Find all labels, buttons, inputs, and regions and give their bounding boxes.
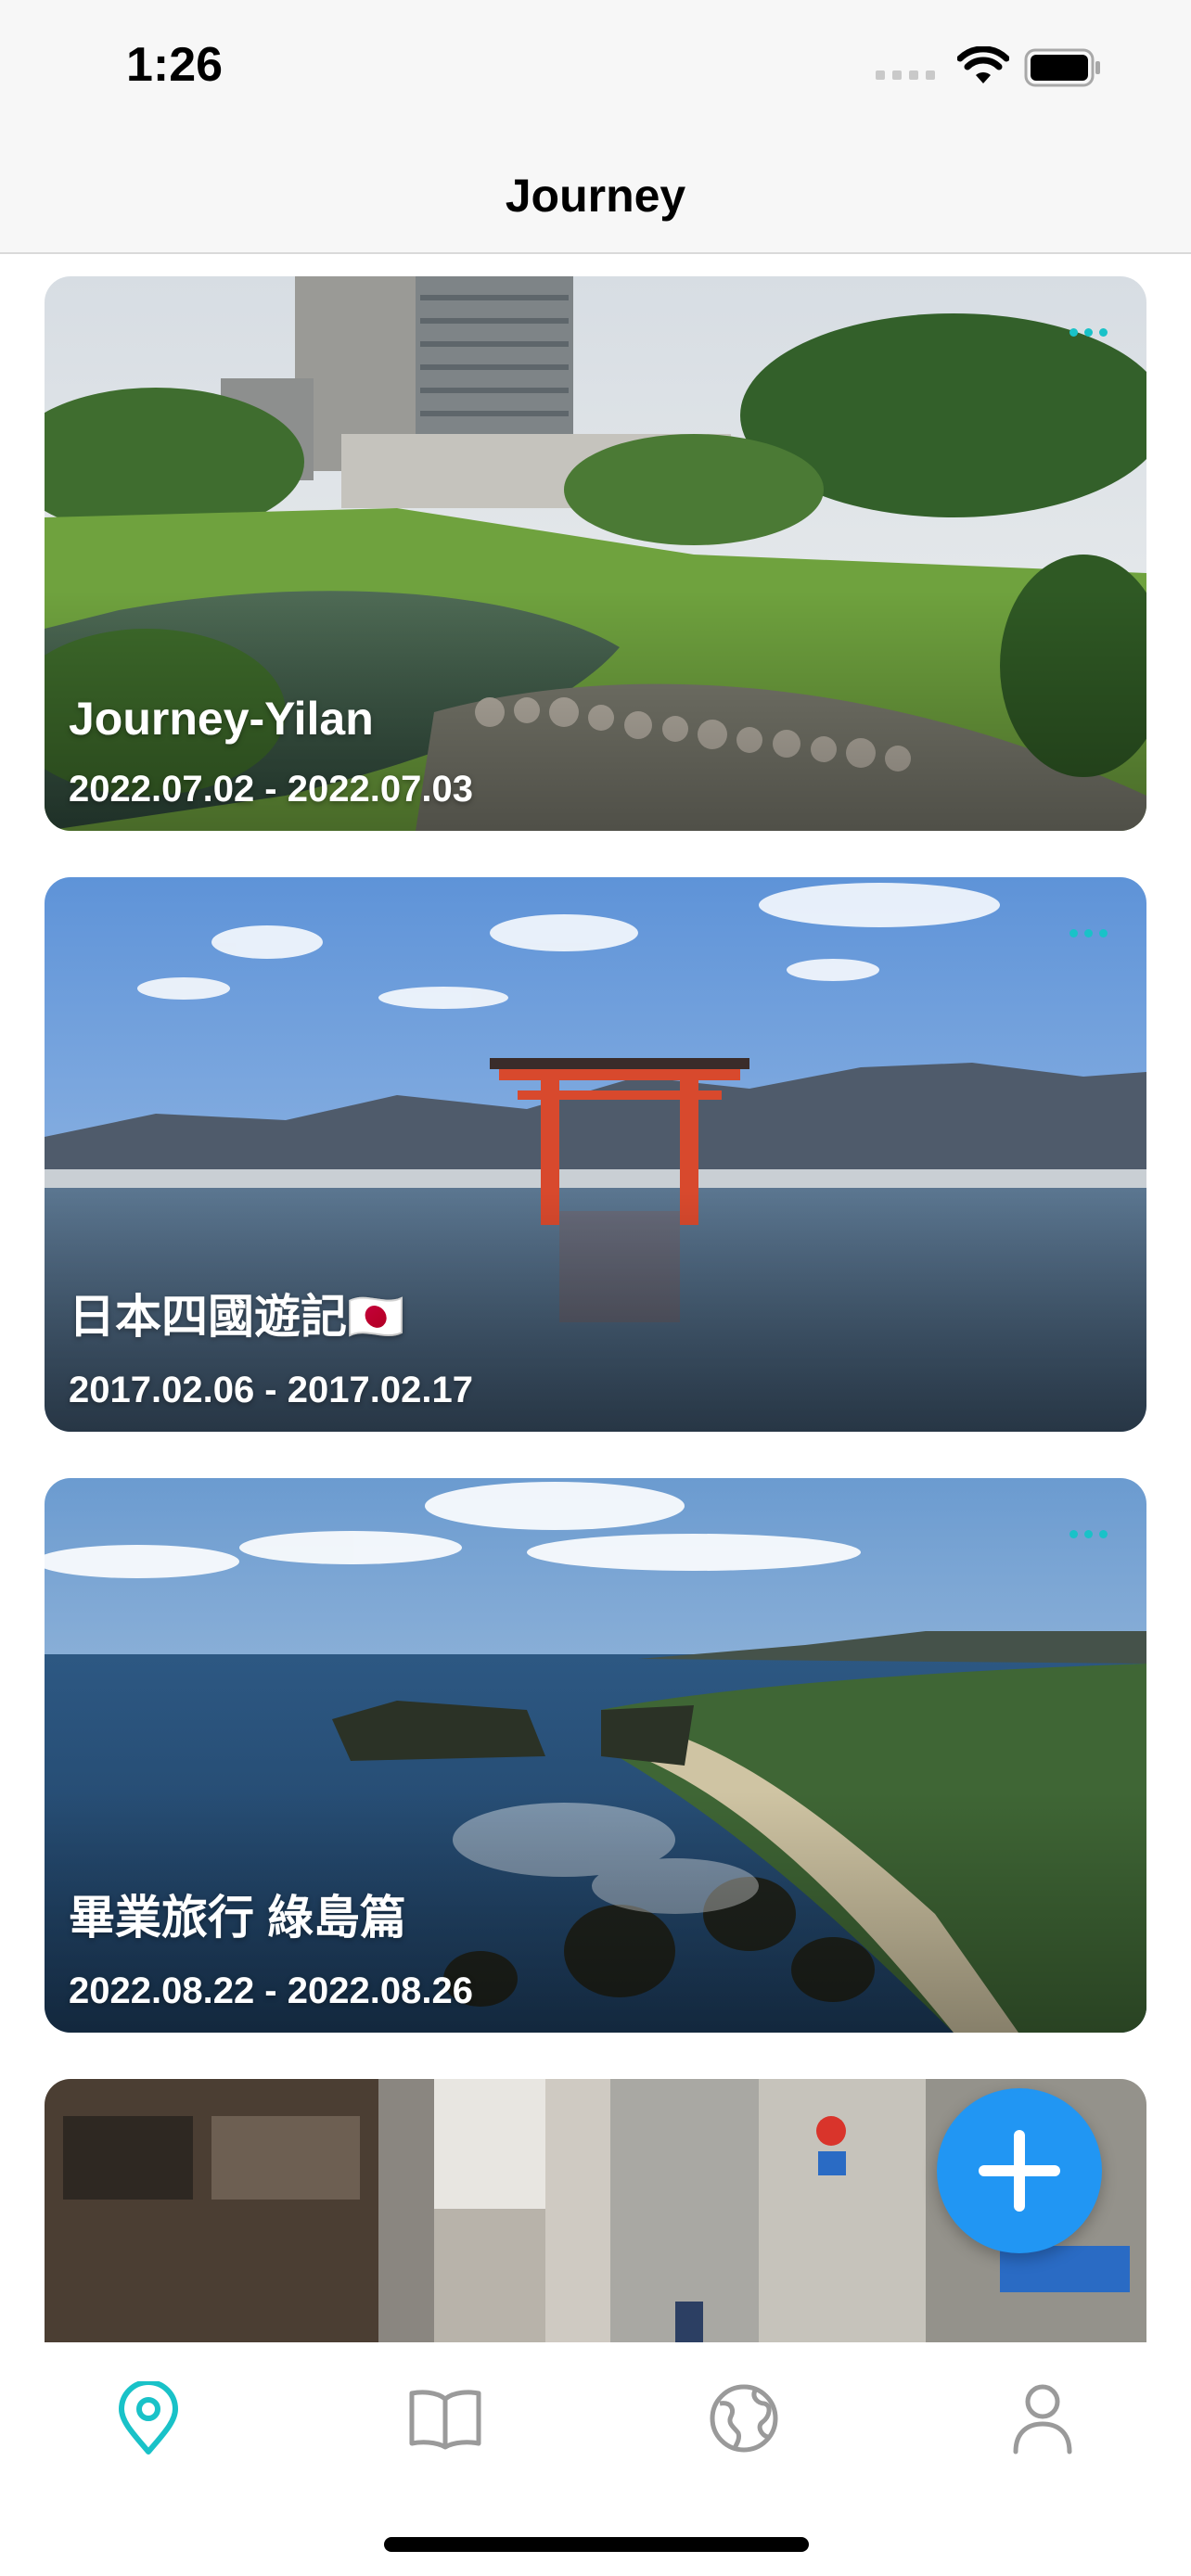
battery-icon: [1024, 48, 1100, 87]
navigation-bar: Journey: [0, 139, 1191, 254]
journey-title: 日本四國遊記🇯🇵: [69, 1291, 405, 1343]
status-icons: [876, 45, 1117, 91]
plus-icon: [979, 2130, 1060, 2212]
journey-dates: 2022.08.22 - 2022.08.26: [69, 1970, 473, 2011]
tab-profile[interactable]: [987, 2363, 1098, 2474]
add-journey-button[interactable]: [937, 2088, 1102, 2253]
more-options-icon[interactable]: [1069, 929, 1108, 937]
map-pin-icon: [119, 2381, 178, 2455]
journey-title: 畢業旅行 綠島篇: [69, 1892, 406, 1944]
person-icon: [1013, 2384, 1072, 2455]
wifi-icon: [957, 46, 1009, 83]
cellular-signal-icon: [876, 70, 935, 80]
status-bar: 1:26: [0, 0, 1191, 139]
globe-icon: [710, 2384, 778, 2453]
journey-dates: 2022.07.02 - 2022.07.03: [69, 769, 473, 810]
more-options-icon[interactable]: [1069, 328, 1108, 337]
journey-card[interactable]: Journey-Yilan 2022.07.02 - 2022.07.03: [45, 276, 1146, 831]
journey-card[interactable]: 日本四國遊記🇯🇵 2017.02.06 - 2017.02.17: [45, 877, 1146, 1432]
journey-card[interactable]: 畢業旅行 綠島篇 2022.08.22 - 2022.08.26: [45, 1478, 1146, 2033]
journey-title: Journey-Yilan: [69, 693, 374, 745]
status-time: 1:26: [126, 38, 224, 92]
open-book-icon: [409, 2390, 481, 2450]
tab-explore[interactable]: [688, 2363, 800, 2474]
more-options-icon[interactable]: [1069, 1530, 1108, 1538]
home-indicator[interactable]: [384, 2537, 809, 2552]
page-title: Journey: [505, 170, 686, 222]
tab-diary[interactable]: [390, 2363, 501, 2474]
journey-dates: 2017.02.06 - 2017.02.17: [69, 1370, 473, 1410]
tab-journey[interactable]: [93, 2363, 204, 2474]
journey-list[interactable]: Journey-Yilan 2022.07.02 - 2022.07.03 日本…: [0, 256, 1191, 2342]
